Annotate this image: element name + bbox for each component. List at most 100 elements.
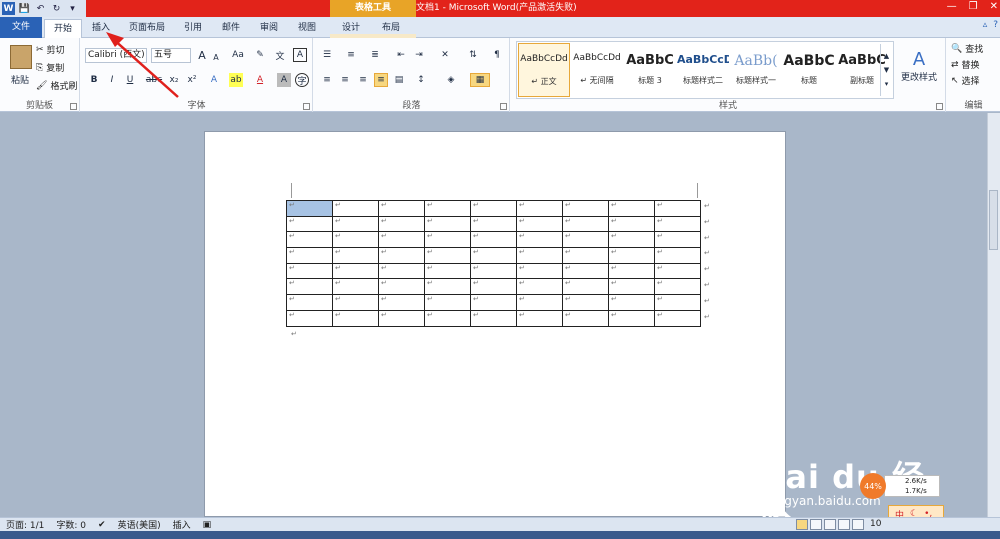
change-case-button[interactable]: Aa (231, 48, 245, 62)
change-styles-button[interactable]: A 更改样式 (898, 42, 940, 90)
table-cell[interactable]: ↵ (654, 294, 701, 311)
table-cell[interactable]: ↵ (378, 278, 425, 296)
tab-page-layout[interactable]: 页面布局 (124, 19, 170, 38)
subscript-button[interactable]: x₂ (167, 73, 181, 87)
shrink-font-button[interactable]: A (209, 50, 223, 64)
vertical-scrollbar[interactable] (987, 113, 1000, 517)
find-button[interactable]: 🔍 查找 (951, 41, 983, 56)
table-cell[interactable]: ↵ (332, 247, 379, 264)
table-cell[interactable]: ↵ (470, 247, 517, 264)
table-cell[interactable]: ↵ (424, 278, 471, 296)
table-cell[interactable]: ↵ (470, 200, 517, 217)
font-name-select[interactable]: Calibri (西文) (85, 48, 147, 63)
network-speed-widget[interactable]: 2.6K/s 1.7K/s 44% (860, 473, 946, 499)
table-cell[interactable]: ↵ (424, 215, 471, 233)
table-cell[interactable]: ↵ (562, 200, 609, 217)
table-cell[interactable]: ↵ (424, 309, 471, 327)
replace-button[interactable]: ⇄ 替换 (951, 57, 980, 72)
table-cell[interactable]: ↵ (424, 247, 471, 264)
text-effects-icon[interactable]: A (207, 73, 221, 87)
table-cell[interactable]: ↵ (332, 309, 379, 327)
table-cell[interactable]: ↵ (286, 247, 333, 264)
table-cell[interactable]: ↵ (286, 231, 333, 249)
table-cell[interactable]: ↵ (608, 262, 655, 280)
table-cell[interactable]: ↵ (654, 309, 701, 327)
clipboard-launcher[interactable] (70, 103, 77, 110)
customize-qat-icon[interactable]: ▾ (66, 2, 79, 15)
table-cell[interactable]: ↵ (378, 200, 425, 217)
status-words[interactable]: 字数: 0 (56, 518, 86, 531)
table-cell[interactable]: ↵ (470, 231, 517, 249)
table-cell[interactable]: ↵ (516, 247, 563, 264)
table-cell[interactable]: ↵ (562, 278, 609, 296)
table-cell[interactable]: ↵ (608, 200, 655, 217)
reading-view[interactable] (810, 519, 822, 530)
table-cell[interactable]: ↵ (286, 262, 333, 280)
table-cell[interactable]: ↵ (286, 294, 333, 311)
table-cell[interactable]: ↵ (332, 200, 379, 217)
draft-view[interactable] (852, 519, 864, 530)
table-cell[interactable]: ↵ (516, 309, 563, 327)
show-marks-icon[interactable]: ¶ (490, 48, 504, 62)
table-cell[interactable]: ↵ (608, 247, 655, 264)
increase-indent-icon[interactable]: ⇥ (412, 48, 426, 62)
char-border-icon[interactable]: A (293, 48, 307, 62)
minimize-ribbon-icon[interactable]: ▵ (983, 20, 988, 30)
style-heading-3[interactable]: AaBbC 标题 3 (624, 43, 676, 97)
table-cell[interactable]: ↵ (562, 294, 609, 311)
table-cell[interactable]: ↵ (332, 294, 379, 311)
chinese-layout-icon[interactable]: ✕ (438, 48, 452, 62)
align-right-icon[interactable]: ≡ (356, 73, 370, 87)
table-cell[interactable]: ↵ (608, 294, 655, 311)
undo-icon[interactable]: ↶ (34, 2, 47, 15)
char-shading-icon[interactable]: A (277, 73, 291, 87)
table-cell[interactable]: ↵ (286, 215, 333, 233)
table-cell[interactable]: ↵ (470, 278, 517, 296)
table-cell[interactable]: ↵ (286, 200, 333, 217)
web-view[interactable] (824, 519, 836, 530)
table-cell[interactable]: ↵ (332, 231, 379, 249)
style-normal[interactable]: AaBbCcDd ↵ 正文 (518, 43, 570, 97)
table-cell[interactable]: ↵ (286, 309, 333, 327)
tab-view[interactable]: 视图 (292, 19, 322, 38)
table-cell[interactable]: ↵ (654, 215, 701, 233)
shading-icon[interactable]: ◈ (444, 73, 458, 87)
clear-format-icon[interactable]: ✎ (253, 48, 267, 62)
save-icon[interactable]: 💾 (18, 2, 31, 15)
zoom-level[interactable]: 10 (870, 519, 881, 529)
decrease-indent-icon[interactable]: ⇤ (394, 48, 408, 62)
up-arrow-icon[interactable]: ▲ (884, 52, 889, 60)
style-no-spacing[interactable]: AaBbCcDd ↵ 无间隔 (571, 43, 623, 97)
table-cell[interactable]: ↵ (516, 231, 563, 249)
restore-button[interactable]: ❐ (969, 1, 978, 12)
strikethrough-button[interactable]: abc (145, 73, 163, 87)
table-cell[interactable]: ↵ (378, 294, 425, 311)
select-button[interactable]: ↖ 选择 (951, 73, 980, 88)
gallery-scroll[interactable]: ▲ ▼ ▾ (880, 44, 892, 96)
copy-button[interactable]: ⎘ 复制 (36, 60, 64, 75)
table-cell[interactable]: ↵ (378, 215, 425, 233)
table-cell[interactable]: ↵ (378, 247, 425, 264)
table-cell[interactable]: ↵ (562, 231, 609, 249)
status-mode[interactable]: 插入 (173, 518, 191, 531)
table-cell[interactable]: ↵ (516, 294, 563, 311)
table-cell[interactable]: ↵ (424, 294, 471, 311)
numbering-icon[interactable]: ≡ (344, 48, 358, 62)
style-title[interactable]: AaBbC 标题 (783, 43, 835, 97)
enclose-char-icon[interactable]: 字 (295, 73, 309, 87)
table-cell[interactable]: ↵ (562, 247, 609, 264)
underline-button[interactable]: U (123, 73, 137, 87)
borders-icon[interactable]: ▦ (470, 73, 490, 87)
down-arrow-icon[interactable]: ▼ (884, 66, 889, 74)
macro-icon[interactable]: ▣ (203, 520, 212, 530)
tab-home[interactable]: 开始 (44, 19, 82, 38)
table-cell[interactable]: ↵ (654, 278, 701, 296)
document-table[interactable]: ↵ ↵ ↵ ↵ ↵ ↵ ↵ ↵ ↵ ↵ ↵ ↵ ↵ ↵ ↵ ↵ ↵ ↵ ↵ ↵ ↵ ↵ ↵ ↵ ↵ ↵ ↵ ↵ ↵ ↵ ↵ ↵ ↵ ↵ ↵ ↵ ↵ ↵ ↵ ↵… (286, 200, 701, 327)
grow-font-button[interactable]: A (195, 48, 209, 62)
table-cell[interactable]: ↵ (562, 262, 609, 280)
paragraph-launcher[interactable] (500, 103, 507, 110)
tab-design[interactable]: 设计 (332, 19, 370, 38)
word-app-icon[interactable]: W (2, 2, 15, 15)
highlight-icon[interactable]: ab (229, 73, 243, 87)
scrollbar-thumb[interactable] (989, 190, 998, 250)
